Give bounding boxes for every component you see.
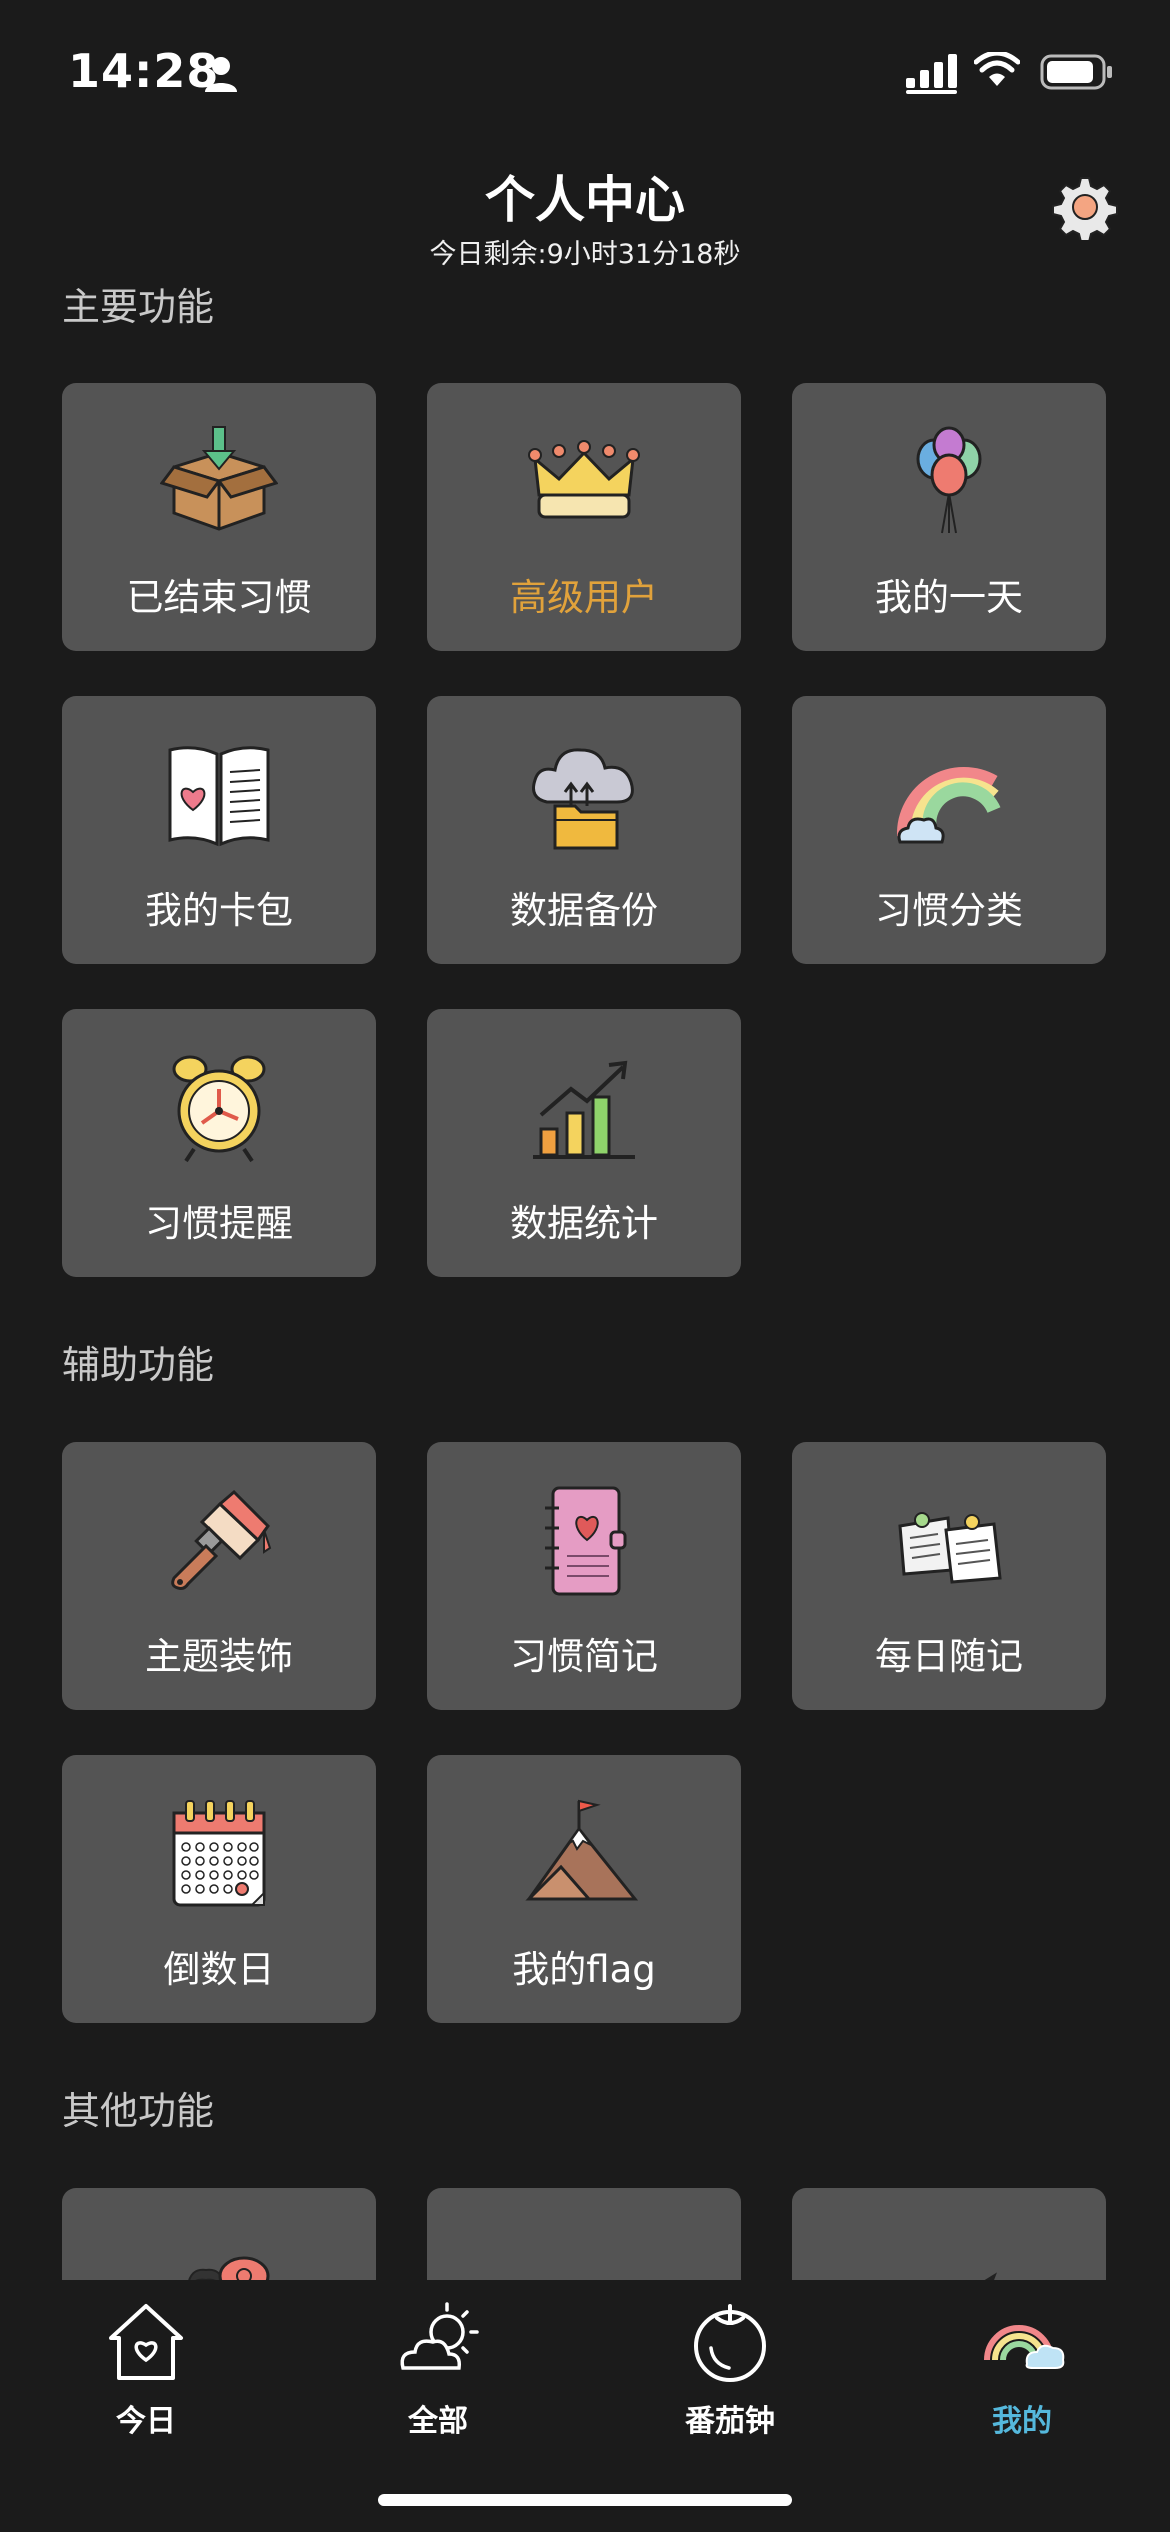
card-book-icon [168, 746, 270, 847]
card-my-flag[interactable]: 我的flag [427, 1755, 741, 2023]
card-my-card-pack[interactable]: 我的卡包 [62, 696, 376, 964]
box-icon [160, 426, 278, 531]
tab-today[interactable]: 今日 [0, 2280, 292, 2439]
card-habit-reminder[interactable]: 习惯提醒 [62, 1009, 376, 1277]
card-label: 倒数日 [163, 1948, 275, 1991]
card-label: 数据备份 [510, 889, 658, 932]
card-data-backup[interactable]: 数据备份 [427, 696, 741, 964]
sun-cloud-icon [400, 2302, 479, 2370]
card-label: 主题装饰 [145, 1635, 293, 1678]
section-title-main: 主要功能 [62, 285, 215, 329]
cloud-folder-icon [532, 748, 634, 850]
remaining-time-text: 今日剩余:9小时31分18秒 [429, 239, 741, 270]
status-time: 14:28 [68, 44, 220, 98]
rainbow-icon [896, 766, 1001, 844]
tab-pomodoro[interactable]: 番茄钟 [584, 2280, 876, 2439]
tab-label: 番茄钟 [685, 2404, 775, 2439]
balloons-icon [916, 426, 982, 534]
card-label: 我的一天 [875, 576, 1023, 619]
settings-button[interactable] [1052, 174, 1118, 243]
bar-chart-icon [533, 1060, 635, 1159]
section-title-auxiliary: 辅助功能 [62, 1343, 215, 1387]
card-label: 习惯提醒 [145, 1202, 293, 1245]
card-data-statistics[interactable]: 数据统计 [427, 1009, 741, 1277]
home-heart-icon [109, 2304, 183, 2380]
gear-icon [1052, 177, 1118, 243]
tab-label: 今日 [116, 2404, 176, 2439]
card-label: 我的flag [512, 1948, 656, 1991]
card-countdown-days[interactable]: 倒数日 [62, 1755, 376, 2023]
tomato-icon [694, 2304, 766, 2382]
card-label: 习惯简记 [510, 1635, 658, 1678]
card-habit-categories[interactable]: 习惯分类 [792, 696, 1106, 964]
card-daily-journal[interactable]: 每日随记 [792, 1442, 1106, 1710]
rainbow-cloud-icon [984, 2325, 1065, 2369]
pinned-notes-icon [898, 1512, 1002, 1584]
card-my-day[interactable]: 我的一天 [792, 383, 1106, 651]
card-theme-decoration[interactable]: 主题装饰 [62, 1442, 376, 1710]
page-title: 个人中心 [485, 171, 685, 229]
card-label: 我的卡包 [145, 889, 293, 932]
section-title-other: 其他功能 [62, 2089, 215, 2133]
tab-all[interactable]: 全部 [292, 2280, 584, 2439]
tab-mine[interactable]: 我的 [876, 2280, 1168, 2439]
home-indicator[interactable] [378, 2494, 792, 2506]
card-label: 每日随记 [875, 1635, 1023, 1678]
card-label: 已结束习惯 [126, 576, 312, 619]
alarm-clock-icon [172, 1055, 266, 1163]
wifi-icon [974, 52, 1020, 86]
mountain-flag-icon [525, 1799, 639, 1901]
card-label: 数据统计 [510, 1202, 658, 1245]
signal-icon [906, 54, 957, 94]
tab-label: 全部 [408, 2404, 468, 2439]
crown-icon [528, 440, 640, 519]
card-label: 高级用户 [510, 576, 658, 619]
person-icon [205, 57, 237, 92]
card-premium-user[interactable]: 高级用户 [427, 383, 741, 651]
calendar-icon [172, 1800, 266, 1907]
tab-label: 我的 [992, 2404, 1052, 2439]
header: 个人中心 今日剩余:9小时31分18秒 [0, 160, 1170, 280]
card-label: 习惯分类 [875, 889, 1023, 932]
card-ended-habits[interactable]: 已结束习惯 [62, 383, 376, 651]
status-bar: 14:28 [0, 0, 1170, 150]
paint-brush-icon [171, 1489, 272, 1590]
notebook-icon [545, 1486, 627, 1596]
battery-icon [1040, 54, 1112, 90]
card-habit-notes[interactable]: 习惯简记 [427, 1442, 741, 1710]
